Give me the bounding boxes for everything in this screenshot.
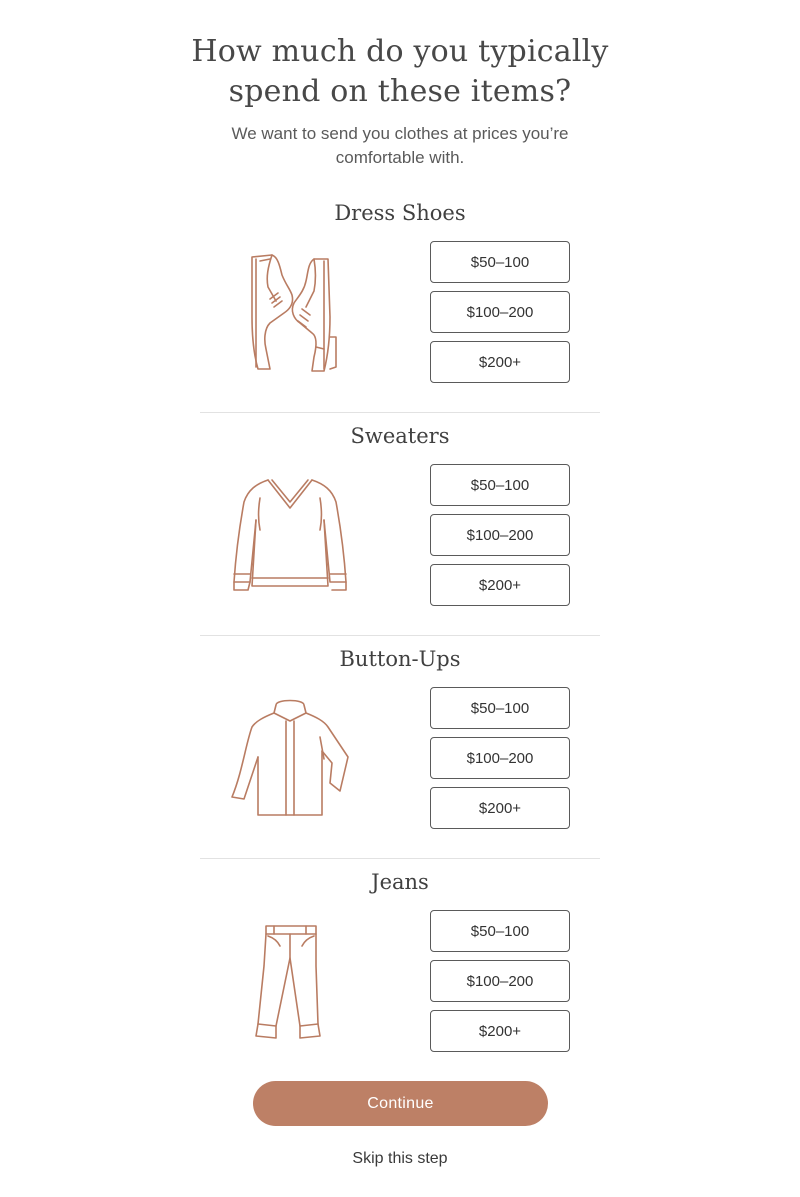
section-divider (200, 858, 600, 859)
section-divider (200, 412, 600, 413)
page-title-line-2: spend on these items? (228, 74, 572, 109)
page-subtitle: We want to send you clothes at prices yo… (200, 122, 600, 170)
price-option-50-100[interactable]: $50–100 (430, 910, 570, 952)
category-button-ups: Button-Ups $50–100 $100–200 $200+ (200, 645, 600, 835)
page-subtitle-line-2: comfortable with. (335, 148, 465, 167)
price-option-50-100[interactable]: $50–100 (430, 464, 570, 506)
category-jeans: Jeans $50–100 $100–200 $200+ (200, 868, 600, 1058)
category-title: Jeans (371, 870, 429, 894)
category-title: Button-Ups (339, 647, 461, 671)
price-option-100-200[interactable]: $100–200 (430, 960, 570, 1002)
price-option-200-plus[interactable]: $200+ (430, 341, 570, 383)
skip-step-link[interactable]: Skip this step (0, 1148, 800, 1170)
price-option-100-200[interactable]: $100–200 (430, 514, 570, 556)
continue-button[interactable]: Continue (253, 1081, 548, 1126)
price-option-50-100[interactable]: $50–100 (430, 241, 570, 283)
jeans-icon (220, 906, 360, 1046)
section-divider (200, 635, 600, 636)
sweater-icon (220, 460, 360, 600)
page-title: How much do you typically spend on these… (0, 32, 800, 112)
category-sweaters: Sweaters $50–100 $100–200 $200+ (200, 422, 600, 612)
price-option-100-200[interactable]: $100–200 (430, 291, 570, 333)
price-preference-page: How much do you typically spend on these… (0, 0, 800, 1197)
category-title: Sweaters (350, 424, 450, 448)
category-title: Dress Shoes (334, 201, 466, 225)
page-title-line-1: How much do you typically (191, 34, 609, 69)
price-option-100-200[interactable]: $100–200 (430, 737, 570, 779)
price-option-200-plus[interactable]: $200+ (430, 564, 570, 606)
category-dress-shoes: Dress Shoes $50–100 $100–200 $200+ (200, 199, 600, 389)
price-option-200-plus[interactable]: $200+ (430, 787, 570, 829)
price-option-50-100[interactable]: $50–100 (430, 687, 570, 729)
dress-shoes-icon (220, 237, 360, 377)
price-option-200-plus[interactable]: $200+ (430, 1010, 570, 1052)
button-up-shirt-icon (220, 683, 360, 823)
page-subtitle-line-1: We want to send you clothes at prices yo… (231, 124, 569, 143)
